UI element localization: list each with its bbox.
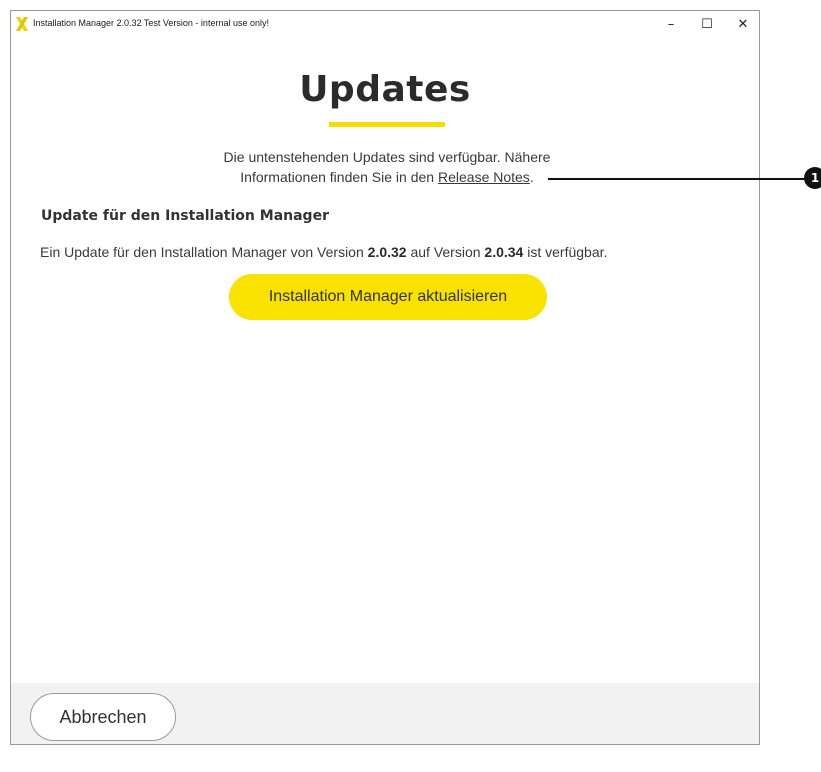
intro-line-2-suffix: .	[529, 169, 534, 185]
update-text-middle: auf Version	[406, 244, 485, 260]
to-version: 2.0.34	[484, 244, 524, 260]
update-text-suffix: ist verfügbar.	[523, 244, 608, 260]
title-underline	[329, 122, 445, 127]
update-installation-manager-button[interactable]: Installation Manager aktualisieren	[229, 274, 547, 320]
minimize-icon[interactable]: –	[653, 11, 689, 37]
intro-line-1: Die untenstehenden Updates sind verfügba…	[223, 149, 551, 165]
page-title: Updates	[299, 69, 471, 110]
release-notes-link[interactable]: Release Notes	[438, 169, 530, 185]
window-title: Installation Manager 2.0.32 Test Version…	[33, 18, 269, 28]
x-logo-icon	[14, 16, 30, 32]
intro-line-2-prefix: Informationen finden Sie in den	[240, 169, 438, 185]
callout-line	[548, 178, 805, 180]
close-icon[interactable]: ✕	[725, 11, 759, 37]
installer-window: Installation Manager 2.0.32 Test Version…	[10, 10, 760, 745]
cancel-button[interactable]: Abbrechen	[30, 693, 176, 741]
callout-badge: 1	[804, 167, 821, 189]
intro-line-2: Informationen finden Sie in den Release …	[141, 167, 633, 187]
from-version: 2.0.32	[367, 244, 407, 260]
update-section-heading: Update für den Installation Manager	[41, 208, 329, 224]
update-text-prefix: Ein Update für den Installation Manager …	[40, 244, 368, 260]
intro-text: Die untenstehenden Updates sind verfügba…	[141, 147, 633, 187]
update-description: Ein Update für den Installation Manager …	[40, 244, 607, 260]
maximize-icon[interactable]: ☐	[689, 11, 725, 37]
title-bar: Installation Manager 2.0.32 Test Version…	[11, 11, 759, 39]
